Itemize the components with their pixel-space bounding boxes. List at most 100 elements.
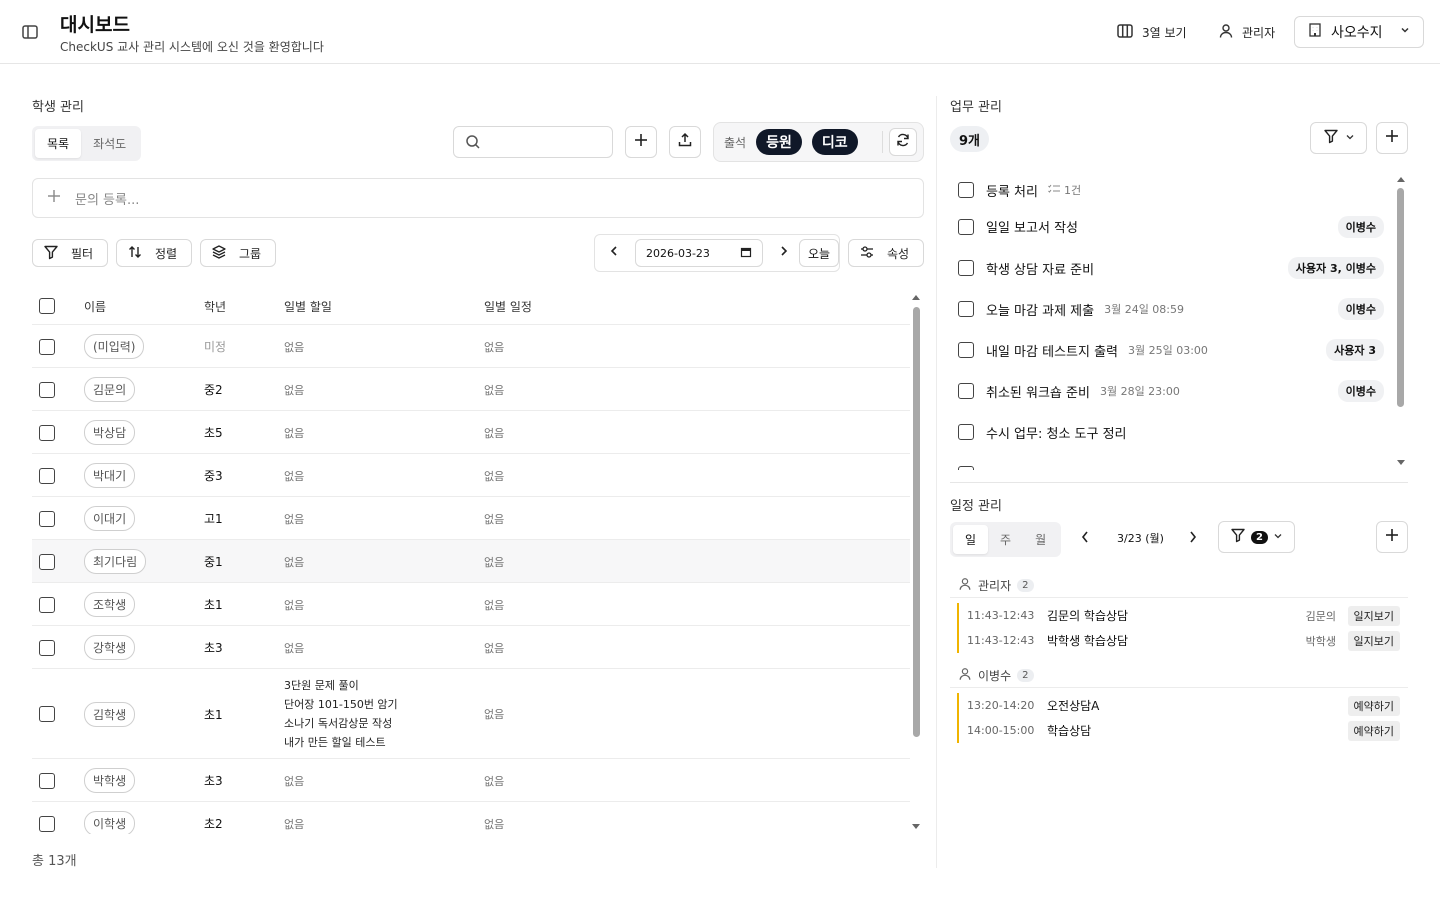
add-schedule-button[interactable] bbox=[1376, 521, 1408, 553]
student-name-chip[interactable]: 최기다림 bbox=[84, 549, 147, 574]
select-all-checkbox[interactable] bbox=[39, 298, 55, 314]
table-row[interactable]: 박상담 초5 없음 없음 bbox=[32, 410, 910, 453]
row-checkbox[interactable] bbox=[39, 553, 55, 570]
chevron-left-icon[interactable] bbox=[1080, 530, 1090, 548]
table-row[interactable]: 최기다림 중1 없음 없음 bbox=[32, 539, 910, 582]
task-checkbox[interactable] bbox=[958, 301, 974, 317]
inquiry-input[interactable]: 문의 등록... bbox=[32, 178, 924, 218]
add-task-button[interactable] bbox=[1376, 122, 1408, 154]
task-scroll-thumb[interactable] bbox=[1397, 188, 1404, 407]
student-name-chip[interactable]: (미입력) bbox=[84, 334, 145, 359]
schedule-event[interactable]: 14:00-15:00 학습상담 예약하기 bbox=[957, 718, 1408, 743]
column-header-schedule[interactable]: 일별 일정 bbox=[484, 288, 532, 324]
student-name-chip[interactable]: 김문의 bbox=[84, 377, 136, 402]
row-checkbox[interactable] bbox=[39, 706, 55, 722]
task-checkbox[interactable] bbox=[958, 342, 974, 358]
task-item[interactable]: 일일 보고서 작성 이병수 bbox=[950, 209, 1392, 244]
name-cell: 이대기 bbox=[84, 497, 136, 540]
task-checkbox[interactable] bbox=[958, 424, 974, 440]
sidebar-toggle-icon[interactable] bbox=[20, 22, 40, 42]
row-checkbox[interactable] bbox=[39, 815, 55, 832]
group-button[interactable]: 그룹 bbox=[200, 239, 276, 267]
row-checkbox[interactable] bbox=[39, 510, 55, 527]
student-name-chip[interactable]: 강학생 bbox=[84, 635, 136, 660]
status-pill-discord[interactable]: 디코 bbox=[811, 129, 858, 155]
chevron-right-icon[interactable] bbox=[1188, 530, 1198, 548]
student-name-chip[interactable]: 박대기 bbox=[84, 463, 136, 488]
view-journal-button[interactable]: 일지보기 bbox=[1347, 605, 1400, 626]
row-checkbox[interactable] bbox=[39, 772, 55, 789]
today-button[interactable]: 오늘 bbox=[799, 239, 840, 267]
row-checkbox[interactable] bbox=[39, 424, 55, 441]
view-journal-button[interactable]: 일지보기 bbox=[1347, 630, 1400, 651]
task-checkbox[interactable] bbox=[958, 466, 974, 470]
date-input[interactable]: 2026-03-23 bbox=[635, 239, 763, 267]
admin-button[interactable]: 관리자 bbox=[1218, 20, 1275, 44]
table-row[interactable]: (미입력) 미정 없음 없음 bbox=[32, 324, 910, 367]
row-checkbox[interactable] bbox=[39, 381, 55, 398]
sort-button[interactable]: 정렬 bbox=[116, 239, 192, 267]
chevron-left-icon[interactable] bbox=[601, 245, 627, 261]
student-name-chip[interactable]: 박상담 bbox=[84, 420, 136, 445]
date-value: 2026-03-23 bbox=[646, 246, 710, 260]
export-button[interactable] bbox=[669, 126, 701, 158]
table-row[interactable]: 이학생 초2 없음 없음 bbox=[32, 801, 910, 834]
refresh-button[interactable] bbox=[889, 128, 917, 156]
tab-week[interactable]: 주 bbox=[988, 525, 1023, 554]
student-name-chip[interactable]: 박학생 bbox=[84, 768, 136, 793]
tab-day[interactable]: 일 bbox=[953, 525, 989, 554]
campus-select[interactable]: 사오수지 bbox=[1294, 16, 1424, 48]
student-name-chip[interactable]: 이대기 bbox=[84, 506, 136, 531]
task-checkbox[interactable] bbox=[958, 383, 974, 399]
task-item[interactable]: 오늘 마감 과제 제출 3월 24일 08:59 이병수 bbox=[950, 291, 1392, 327]
task-checkbox[interactable] bbox=[958, 260, 974, 276]
reserve-button[interactable]: 예약하기 bbox=[1347, 720, 1400, 741]
add-student-button[interactable] bbox=[625, 126, 657, 158]
task-filter-button[interactable] bbox=[1310, 122, 1367, 154]
table-row[interactable]: 조학생 초1 없음 없음 bbox=[32, 582, 910, 625]
status-pill-checkin[interactable]: 등원 bbox=[756, 129, 802, 155]
task-checkbox[interactable] bbox=[958, 182, 974, 198]
table-row[interactable]: 김학생 초1 3단원 문제 풀이 단어장 101-150번 암기 소나기 독서감… bbox=[32, 668, 910, 758]
chevron-right-icon[interactable] bbox=[771, 245, 797, 261]
table-row[interactable]: 강학생 초3 없음 없음 bbox=[32, 625, 910, 668]
schedule-event[interactable]: 11:43-12:43 박학생 학습상담 박학생 일지보기 bbox=[957, 628, 1408, 653]
student-name-chip[interactable]: 김학생 bbox=[84, 701, 136, 727]
row-checkbox[interactable] bbox=[39, 596, 55, 613]
todo-item[interactable]: 단어장 101-150번 암기 bbox=[284, 695, 398, 714]
task-item[interactable]: 취소된 워크숍 준비 3월 28일 23:00 이병수 bbox=[950, 373, 1392, 409]
row-checkbox[interactable] bbox=[39, 467, 55, 484]
table-row[interactable]: 김문의 중2 없음 없음 bbox=[32, 367, 910, 410]
column-view-button[interactable]: 3열 보기 bbox=[1116, 20, 1187, 44]
student-name-chip[interactable]: 이학생 bbox=[84, 811, 136, 834]
task-checkbox[interactable] bbox=[958, 218, 974, 235]
tab-list[interactable]: 목록 bbox=[35, 129, 82, 158]
row-checkbox[interactable] bbox=[39, 338, 55, 355]
properties-button[interactable]: 속성 bbox=[848, 239, 924, 267]
table-row[interactable]: 이대기 고1 없음 없음 bbox=[32, 496, 910, 539]
student-name-chip[interactable]: 조학생 bbox=[84, 592, 136, 617]
table-row[interactable]: 박학생 초3 없음 없음 bbox=[32, 758, 910, 801]
filter-button[interactable]: 필터 bbox=[32, 239, 108, 267]
schedule-event[interactable]: 13:20-14:20 오전상담A 예약하기 bbox=[957, 693, 1408, 718]
todo-item[interactable]: 내가 만든 할일 테스트 bbox=[284, 733, 398, 752]
column-header-name[interactable]: 이름 bbox=[84, 288, 106, 324]
row-checkbox[interactable] bbox=[39, 639, 55, 656]
column-header-todo[interactable]: 일별 할일 bbox=[284, 288, 332, 324]
schedule-filter-button[interactable]: 2 bbox=[1218, 521, 1295, 553]
todo-item[interactable]: 소나기 독서감상문 작성 bbox=[284, 714, 398, 733]
column-header-grade[interactable]: 학년 bbox=[204, 288, 226, 324]
tab-month[interactable]: 월 bbox=[1023, 525, 1058, 554]
task-item[interactable]: 등록 처리 1건 bbox=[950, 172, 1392, 208]
table-scroll-thumb[interactable] bbox=[913, 307, 920, 737]
task-item[interactable]: 내일 마감 테스트지 출력 3월 25일 03:00 사용자 3 bbox=[950, 332, 1392, 368]
task-item[interactable]: 학생 상담 자료 준비 사용자 3, 이병수 bbox=[950, 250, 1392, 286]
task-item[interactable]: 수시 업무: 청소 도구 정리 bbox=[950, 414, 1392, 450]
todo-item[interactable]: 3단원 문제 풀이 bbox=[284, 676, 398, 695]
reserve-button[interactable]: 예약하기 bbox=[1347, 695, 1400, 716]
table-row[interactable]: 박대기 중3 없음 없음 bbox=[32, 453, 910, 496]
student-search-input[interactable] bbox=[453, 126, 613, 158]
schedule-event[interactable]: 11:43-12:43 김문의 학습상담 김문의 일지보기 bbox=[957, 603, 1408, 628]
tab-seat-map[interactable]: 좌석도 bbox=[81, 129, 138, 158]
task-item-partial[interactable] bbox=[950, 456, 1392, 470]
